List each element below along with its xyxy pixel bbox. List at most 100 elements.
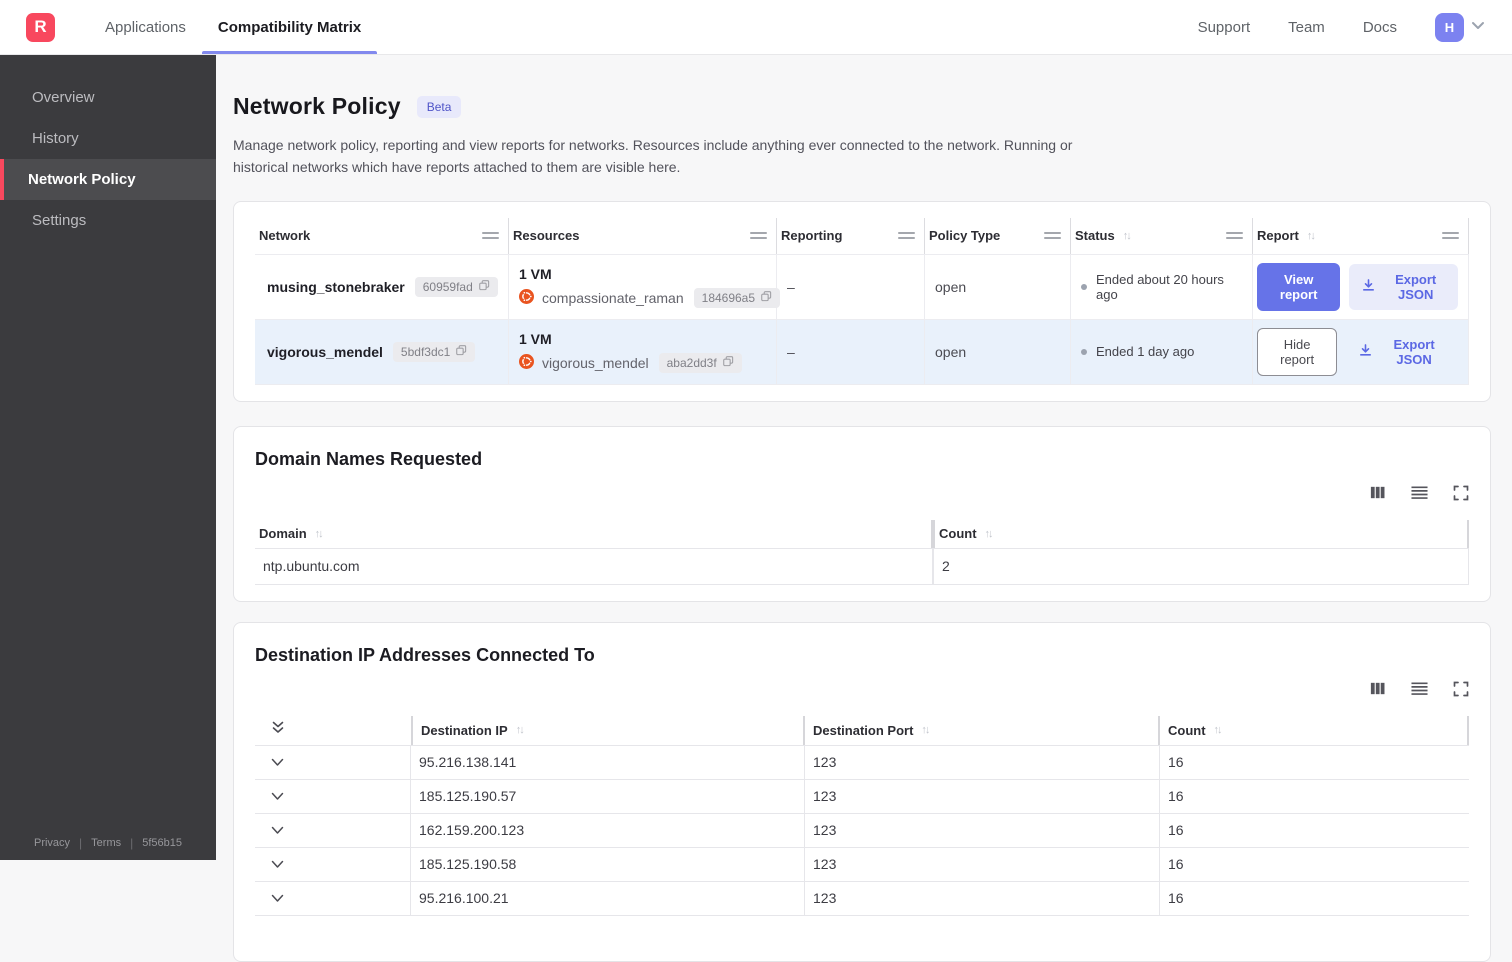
network-hash-badge[interactable]: 5bdf3dc1 bbox=[393, 342, 475, 362]
column-header-network: Network bbox=[255, 218, 509, 254]
resource-hash-badge[interactable]: 184696a5 bbox=[694, 288, 780, 308]
resource-hash-badge[interactable]: aba2dd3f bbox=[659, 353, 742, 373]
count-cell: 16 bbox=[1160, 848, 1469, 881]
top-navbar: R Applications Compatibility Matrix Supp… bbox=[0, 0, 1512, 55]
destination-ip-cell: 95.216.100.21 bbox=[411, 882, 805, 915]
sort-icon[interactable]: ↑↓ bbox=[921, 724, 928, 736]
download-icon bbox=[1358, 343, 1373, 361]
network-cell: musing_stonebraker 60959fad bbox=[255, 255, 509, 319]
column-resize-handle[interactable] bbox=[1226, 232, 1243, 239]
chevron-down-icon[interactable] bbox=[271, 890, 284, 906]
chevron-down-icon[interactable] bbox=[1470, 17, 1486, 38]
nav-tab-applications[interactable]: Applications bbox=[89, 0, 202, 54]
fullscreen-icon[interactable] bbox=[1453, 681, 1469, 697]
rows-icon[interactable] bbox=[1410, 680, 1429, 697]
status-cell: Ended 1 day ago bbox=[1071, 320, 1253, 384]
column-header-count: Count ↑↓ bbox=[1160, 716, 1469, 745]
sidebar-item-history[interactable]: History bbox=[0, 118, 216, 159]
network-hash-badge[interactable]: 60959fad bbox=[415, 277, 498, 297]
destination-table-header: Destination IP ↑↓ Destination Port ↑↓ Co… bbox=[255, 716, 1469, 745]
sort-icon[interactable]: ↑↓ bbox=[315, 528, 322, 540]
status-dot-icon bbox=[1081, 349, 1087, 355]
policy-type-cell: open bbox=[925, 320, 1071, 384]
columns-icon[interactable] bbox=[1369, 680, 1386, 697]
nav-link-team[interactable]: Team bbox=[1288, 19, 1325, 36]
column-resize-handle[interactable] bbox=[1044, 232, 1061, 239]
column-resize-handle[interactable] bbox=[1442, 232, 1459, 239]
export-json-button[interactable]: Export JSON bbox=[1349, 264, 1458, 310]
column-resize-handle[interactable] bbox=[750, 232, 767, 239]
row-expander[interactable] bbox=[255, 746, 411, 779]
chevron-down-icon[interactable] bbox=[271, 856, 284, 872]
destination-port-cell: 123 bbox=[805, 882, 1160, 915]
footer-divider: | bbox=[130, 836, 133, 850]
resources-cell: 1 VM vigorous_mendel aba2dd3f bbox=[509, 320, 777, 384]
chevron-down-icon[interactable] bbox=[271, 788, 284, 804]
copy-icon[interactable] bbox=[761, 291, 772, 305]
report-cell: View report Export JSON bbox=[1253, 255, 1469, 319]
status-cell: Ended about 20 hours ago bbox=[1071, 255, 1253, 319]
nav-tab-compatibility-matrix[interactable]: Compatibility Matrix bbox=[202, 0, 377, 54]
resources-cell: 1 VM compassionate_raman 184696a5 bbox=[509, 255, 777, 319]
network-table-row[interactable]: musing_stonebraker 60959fad 1 VM bbox=[255, 255, 1469, 320]
chevron-down-icon[interactable] bbox=[271, 822, 284, 838]
domain-cell: ntp.ubuntu.com bbox=[255, 549, 933, 584]
copy-icon[interactable] bbox=[723, 356, 734, 370]
sidebar-item-overview[interactable]: Overview bbox=[0, 77, 216, 118]
sort-icon[interactable]: ↑↓ bbox=[1214, 724, 1221, 736]
double-chevron-down-icon[interactable] bbox=[271, 720, 285, 740]
sidebar-item-settings[interactable]: Settings bbox=[0, 200, 216, 241]
column-header-count: Count ↑↓ bbox=[933, 520, 1469, 548]
sort-icon[interactable]: ↑↓ bbox=[1307, 230, 1314, 242]
sort-icon[interactable]: ↑↓ bbox=[985, 528, 992, 540]
column-resize-handle[interactable] bbox=[898, 232, 915, 239]
copy-icon[interactable] bbox=[479, 280, 490, 294]
sort-icon[interactable]: ↑↓ bbox=[1123, 230, 1130, 242]
chevron-down-icon[interactable] bbox=[271, 754, 284, 770]
ubuntu-icon bbox=[519, 289, 534, 307]
main-content: Network Policy Beta Manage network polic… bbox=[216, 55, 1512, 962]
privacy-link[interactable]: Privacy bbox=[34, 837, 70, 849]
rows-icon[interactable] bbox=[1410, 484, 1429, 501]
row-expander[interactable] bbox=[255, 814, 411, 847]
hide-report-button[interactable]: Hide report bbox=[1257, 328, 1337, 376]
domain-card-toolbar bbox=[255, 482, 1469, 504]
columns-icon[interactable] bbox=[1369, 484, 1386, 501]
view-report-button[interactable]: View report bbox=[1257, 263, 1340, 311]
column-header-destination-port: Destination Port ↑↓ bbox=[805, 716, 1160, 745]
row-expander[interactable] bbox=[255, 882, 411, 915]
fullscreen-icon[interactable] bbox=[1453, 485, 1469, 501]
destination-table-row: 95.216.138.141 123 16 bbox=[255, 745, 1469, 779]
column-header-reporting: Reporting bbox=[777, 218, 925, 254]
terms-link[interactable]: Terms bbox=[91, 837, 121, 849]
row-expander[interactable] bbox=[255, 848, 411, 881]
destination-card-title: Destination IP Addresses Connected To bbox=[255, 645, 1469, 666]
reporting-cell: – bbox=[777, 255, 925, 319]
user-menu[interactable]: H bbox=[1435, 13, 1486, 42]
network-cell: vigorous_mendel 5bdf3dc1 bbox=[255, 320, 509, 384]
column-header-status: Status ↑↓ bbox=[1071, 218, 1253, 254]
row-expander[interactable] bbox=[255, 780, 411, 813]
nav-link-support[interactable]: Support bbox=[1198, 19, 1251, 36]
column-header-domain: Domain ↑↓ bbox=[255, 520, 933, 548]
network-policy-card: Network Resources Reporting Policy Type bbox=[233, 201, 1491, 402]
destination-table-row: 95.216.100.21 123 16 bbox=[255, 881, 1469, 916]
avatar[interactable]: H bbox=[1435, 13, 1464, 42]
network-table-row[interactable]: vigorous_mendel 5bdf3dc1 1 VM vig bbox=[255, 320, 1469, 385]
sidebar-item-network-policy[interactable]: Network Policy bbox=[0, 159, 216, 200]
copy-icon[interactable] bbox=[456, 345, 467, 359]
app-logo-letter: R bbox=[34, 17, 46, 37]
app-logo[interactable]: R bbox=[26, 13, 55, 42]
destination-ip-cell: 95.216.138.141 bbox=[411, 746, 805, 779]
count-cell: 16 bbox=[1160, 882, 1469, 915]
sort-icon[interactable]: ↑↓ bbox=[516, 724, 523, 736]
count-cell: 16 bbox=[1160, 780, 1469, 813]
column-header-policy-type: Policy Type bbox=[925, 218, 1071, 254]
column-resize-handle[interactable] bbox=[482, 232, 499, 239]
export-json-button[interactable]: Export JSON bbox=[1346, 329, 1458, 375]
page-description: Manage network policy, reporting and vie… bbox=[233, 134, 1123, 179]
ubuntu-icon bbox=[519, 354, 534, 372]
footer-divider: | bbox=[79, 836, 82, 850]
policy-type-cell: open bbox=[925, 255, 1071, 319]
nav-link-docs[interactable]: Docs bbox=[1363, 19, 1397, 36]
